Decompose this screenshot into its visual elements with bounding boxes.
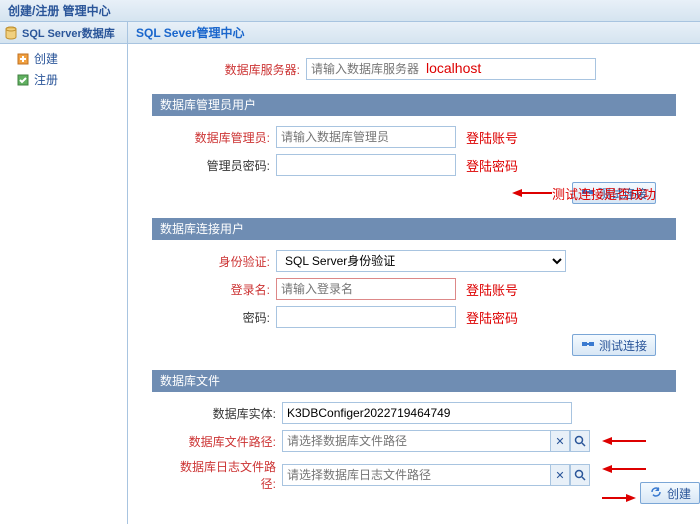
login-input[interactable] [276,278,456,300]
content: SQL Sever管理中心 数据库服务器: localhost 数据库管理员用户… [128,22,700,524]
arrow-icon [602,463,646,475]
connect-icon [581,185,595,202]
sidebar: SQL Server数据库 创建 注册 [0,22,128,524]
admin-pwd-label: 管理员密码: [172,157,276,174]
hint-conn-pwd: 登陆密码 [466,308,518,327]
sidebar-item-label: 创建 [34,50,58,67]
entity-label: 数据库实体: [172,405,282,422]
login-label: 登录名: [172,281,276,298]
sidebar-item-create[interactable]: 创建 [16,48,127,69]
window-title: 创建/注册 管理中心 [0,0,700,22]
server-input[interactable] [306,58,596,80]
entity-input[interactable] [282,402,572,424]
conn-pwd-label: 密码: [172,309,276,326]
file-path-input[interactable] [282,430,550,452]
create-icon [16,52,30,66]
sidebar-item-register[interactable]: 注册 [16,69,127,90]
admin-input[interactable] [276,126,456,148]
create-button-container: 创建 [640,482,700,504]
register-icon [16,73,30,87]
create-button[interactable]: 创建 [640,482,700,504]
auth-label: 身份验证: [172,253,276,270]
log-path-clear-button[interactable]: ✕ [550,464,570,486]
arrow-icon [512,187,552,199]
file-path-label: 数据库文件路径: [172,433,282,450]
section-admin: 数据库管理员用户 [152,94,676,116]
sidebar-tree: 创建 注册 [0,44,127,90]
auth-select[interactable]: SQL Server身份验证 [276,250,566,272]
connect-icon [581,337,595,354]
refresh-icon [649,485,663,502]
sidebar-item-label: 注册 [34,71,58,88]
server-label: 数据库服务器: [202,61,306,78]
search-icon [574,469,586,481]
sidebar-header-label: SQL Server数据库 [22,25,115,41]
database-icon [4,26,18,40]
hint-admin-pwd: 登陆密码 [466,156,518,175]
arrow-icon [602,435,646,447]
log-path-input[interactable] [282,464,550,486]
section-conn: 数据库连接用户 [152,218,676,240]
file-path-browse-button[interactable] [570,430,590,452]
conn-test-button[interactable]: 测试连接 [572,334,656,356]
content-header: SQL Sever管理中心 [128,22,700,44]
log-path-label: 数据库日志文件路径: [172,458,282,492]
admin-pwd-input[interactable] [276,154,456,176]
conn-pwd-input[interactable] [276,306,456,328]
search-icon [574,435,586,447]
log-path-browse-button[interactable] [570,464,590,486]
hint-login-account: 登陆账号 [466,280,518,299]
sidebar-header: SQL Server数据库 [0,22,127,44]
hint-admin-account: 登陆账号 [466,128,518,147]
file-path-clear-button[interactable]: ✕ [550,430,570,452]
admin-label: 数据库管理员: [172,129,276,146]
section-files: 数据库文件 [152,370,676,392]
admin-test-button[interactable]: 测试连接 [572,182,656,204]
